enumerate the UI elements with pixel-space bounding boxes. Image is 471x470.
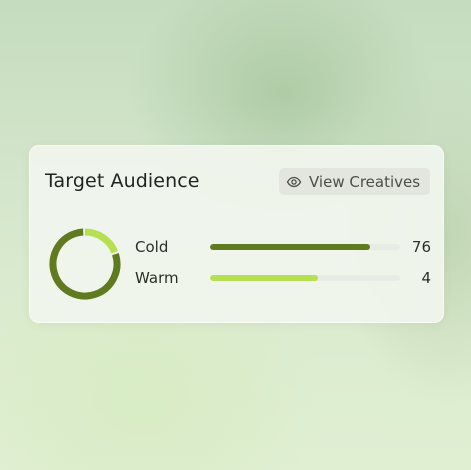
segment-label: Warm: [135, 269, 179, 287]
card-title: Target Audience: [45, 170, 200, 192]
view-creatives-button[interactable]: View Creatives: [279, 168, 430, 195]
progress-fill-cold: [210, 244, 370, 250]
progress-track: [210, 244, 400, 250]
target-audience-card: Target Audience View Creatives Cold 76 W…: [29, 145, 444, 323]
segment-value: 76: [411, 238, 431, 256]
audience-row-warm: Warm 4: [135, 268, 431, 288]
eye-icon: [286, 174, 302, 190]
segment-value: 4: [421, 269, 431, 287]
segment-label: Cold: [135, 238, 169, 256]
progress-track: [210, 275, 400, 281]
view-creatives-label: View Creatives: [309, 172, 421, 191]
audience-donut-chart: [49, 228, 121, 300]
audience-row-cold: Cold 76: [135, 237, 431, 257]
progress-fill-warm: [210, 275, 319, 281]
donut-segment-cold: [49, 228, 121, 300]
